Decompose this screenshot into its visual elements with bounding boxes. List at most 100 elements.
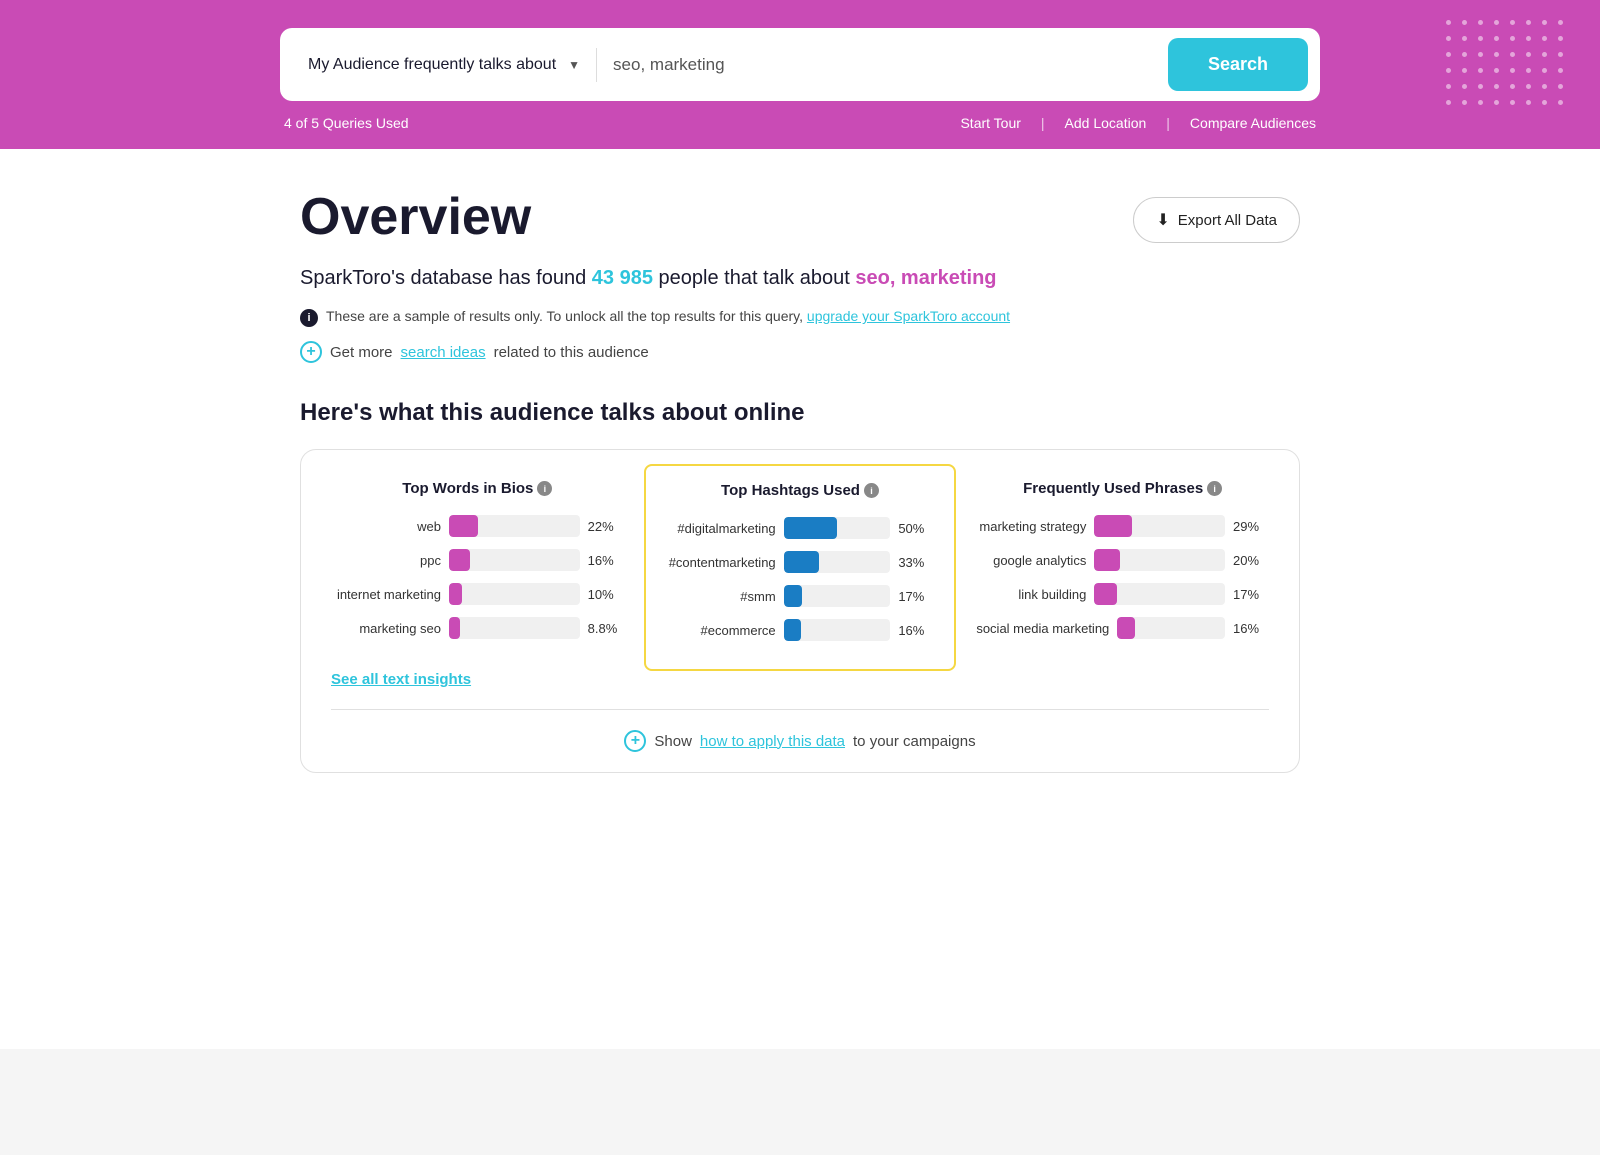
bar-pct: 17% [898, 589, 934, 604]
search-ideas-link[interactable]: search ideas [401, 344, 486, 361]
bar-label: ppc [331, 553, 441, 568]
separator-2: | [1166, 115, 1170, 131]
bar-label: #ecommerce [666, 623, 776, 638]
bar-track [784, 585, 891, 607]
separator: | [1041, 115, 1045, 131]
search-ideas-prefix: Get more [330, 344, 393, 361]
bar-fill [784, 551, 819, 573]
bar-track [1094, 549, 1225, 571]
bar-pct: 22% [588, 519, 624, 534]
bar-pct: 50% [898, 521, 934, 536]
queries-used-label: 4 of 5 Queries Used [284, 115, 409, 131]
bar-fill [449, 617, 460, 639]
list-item: link building 17% [976, 583, 1269, 605]
bar-fill [1094, 549, 1120, 571]
bar-label: marketing seo [331, 621, 441, 636]
bar-pct: 10% [588, 587, 624, 602]
list-item: ppc 16% [331, 549, 624, 571]
stat-prefix: SparkToro's database has found [300, 267, 586, 289]
bar-label: #contentmarketing [666, 555, 776, 570]
bar-label: google analytics [976, 553, 1086, 568]
audience-selector[interactable]: My Audience frequently talks about ▼ [292, 48, 597, 82]
frequent-phrases-section: Frequently Used Phrases i marketing stra… [956, 480, 1269, 655]
bar-label: link building [976, 587, 1086, 602]
stat-number: 43 985 [592, 267, 659, 289]
bar-track [449, 549, 580, 571]
bar-track [449, 583, 580, 605]
frequent-phrases-title: Frequently Used Phrases i [976, 480, 1269, 497]
search-ideas-suffix: related to this audience [494, 344, 649, 361]
bar-pct: 8.8% [588, 621, 624, 636]
bar-track [784, 619, 891, 641]
page-title: Overview [300, 189, 531, 246]
download-icon: ⬇ [1156, 210, 1169, 230]
list-item: #smm 17% [666, 585, 935, 607]
bar-fill [1117, 617, 1134, 639]
bar-label: web [331, 519, 441, 534]
search-button[interactable]: Search [1168, 38, 1308, 91]
bar-label: internet marketing [331, 587, 441, 602]
bar-pct: 29% [1233, 519, 1269, 534]
bar-track [784, 517, 891, 539]
info-icon-hashtags: i [864, 483, 879, 498]
compare-audiences-link[interactable]: Compare Audiences [1190, 115, 1316, 131]
frequent-phrases-bars: marketing strategy 29% google analytics … [976, 515, 1269, 639]
main-content: Overview ⬇ Export All Data SparkToro's d… [260, 149, 1340, 813]
bar-pct: 16% [588, 553, 624, 568]
add-location-link[interactable]: Add Location [1065, 115, 1147, 131]
decorative-dots: // dots rendered inline via script below [1446, 20, 1570, 112]
bar-label: marketing strategy [976, 519, 1086, 534]
bar-fill [449, 549, 470, 571]
bar-fill [1094, 515, 1132, 537]
bar-track [1094, 583, 1225, 605]
bar-label: #digitalmarketing [666, 521, 776, 536]
info-icon-phrases: i [1207, 481, 1222, 496]
info-note-text: These are a sample of results only. To u… [326, 308, 1010, 324]
bar-fill [1094, 583, 1116, 605]
apply-data-link[interactable]: how to apply this data [700, 733, 845, 750]
stat-query: seo, marketing [855, 267, 996, 289]
export-label: Export All Data [1178, 212, 1277, 229]
stat-middle: people that talk about [659, 267, 850, 289]
header-banner: // dots rendered inline via script below… [0, 0, 1600, 149]
apply-plus-icon: + [624, 730, 646, 752]
info-note: i These are a sample of results only. To… [300, 308, 1300, 327]
bar-fill [784, 619, 801, 641]
bar-fill [449, 515, 478, 537]
see-all-link[interactable]: See all text insights [331, 671, 471, 688]
list-item: #ecommerce 16% [666, 619, 935, 641]
bar-label: social media marketing [976, 621, 1109, 636]
list-item: google analytics 20% [976, 549, 1269, 571]
list-item: marketing strategy 29% [976, 515, 1269, 537]
upgrade-link[interactable]: upgrade your SparkToro account [807, 308, 1010, 324]
info-icon-words: i [537, 481, 552, 496]
bar-track [449, 515, 580, 537]
charts-row: Top Words in Bios i web 22% ppc 16% inte [331, 480, 1269, 655]
bar-pct: 17% [1233, 587, 1269, 602]
chevron-down-icon: ▼ [568, 58, 580, 72]
top-words-title: Top Words in Bios i [331, 480, 624, 497]
overview-header: Overview ⬇ Export All Data [300, 189, 1300, 246]
search-input[interactable] [597, 47, 1168, 83]
card-divider [331, 709, 1269, 710]
list-item: #contentmarketing 33% [666, 551, 935, 573]
info-icon: i [300, 309, 318, 327]
bar-fill [784, 517, 837, 539]
list-item: web 22% [331, 515, 624, 537]
list-item: marketing seo 8.8% [331, 617, 624, 639]
section-title: Here's what this audience talks about on… [300, 399, 1300, 427]
bar-track [449, 617, 580, 639]
list-item: social media marketing 16% [976, 617, 1269, 639]
apply-suffix: to your campaigns [853, 733, 976, 750]
bar-fill [449, 583, 462, 605]
header-nav-links: Start Tour | Add Location | Compare Audi… [960, 115, 1316, 131]
top-words-bars: web 22% ppc 16% internet marketing 10% m… [331, 515, 624, 639]
top-hashtags-bars: #digitalmarketing 50% #contentmarketing … [666, 517, 935, 641]
export-button[interactable]: ⬇ Export All Data [1133, 197, 1300, 243]
start-tour-link[interactable]: Start Tour [960, 115, 1020, 131]
list-item: internet marketing 10% [331, 583, 624, 605]
header-bottom-bar: 4 of 5 Queries Used Start Tour | Add Loc… [280, 115, 1320, 131]
bar-label: #smm [666, 589, 776, 604]
top-hashtags-section: Top Hashtags Used i #digitalmarketing 50… [644, 464, 957, 671]
bar-pct: 20% [1233, 553, 1269, 568]
